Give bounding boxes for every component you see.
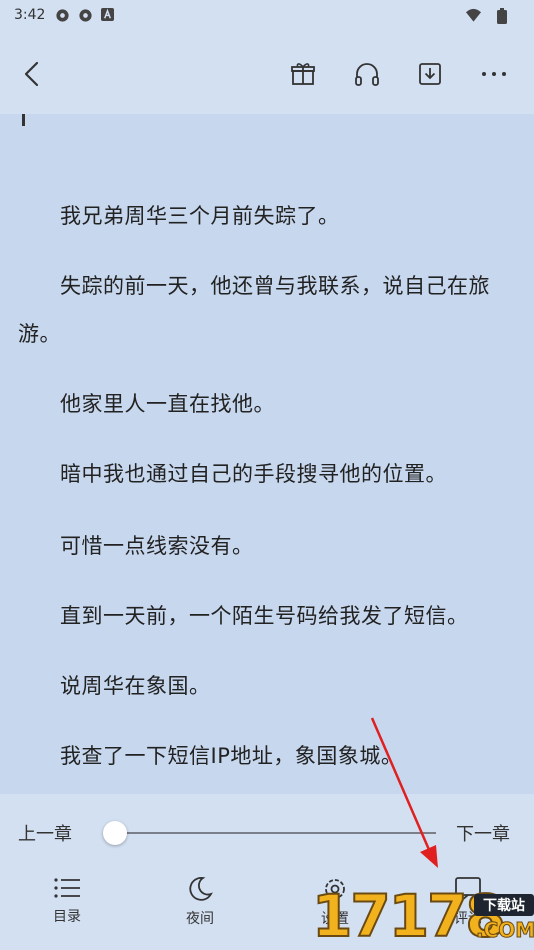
paragraph: 说周华在象国。	[60, 674, 211, 698]
back-button[interactable]	[18, 60, 46, 88]
settings-gear-icon	[55, 8, 70, 23]
paragraph: 直到一天前，一个陌生号码给我发了短信。	[60, 604, 469, 628]
paragraph: 可惜一点线索没有。	[60, 534, 254, 558]
more-button[interactable]	[480, 60, 508, 88]
watermark-badge: 下载站	[474, 894, 534, 916]
reading-content[interactable]: 我兄弟周华三个月前失踪了。 失踪的前一天，他还曾与我联系，说自己在旅 游。 他家里…	[0, 114, 534, 794]
moon-icon	[189, 877, 213, 901]
paragraph: 失踪的前一天，他还曾与我联系，说自己在旅 游。	[18, 274, 490, 346]
battery-icon	[497, 7, 512, 24]
nav-toc-button[interactable]: 目录	[27, 876, 107, 926]
wifi-icon	[466, 8, 481, 23]
audio-button[interactable]	[353, 60, 381, 88]
prev-chapter-button[interactable]: 上一章	[18, 820, 72, 846]
watermark-com: .COM	[475, 918, 534, 943]
paragraph: 暗中我也通过自己的手段搜寻他的位置。	[60, 462, 447, 486]
headphones-icon	[355, 63, 379, 86]
paragraph: 我兄弟周华三个月前失踪了。	[60, 204, 340, 228]
gift-button[interactable]	[289, 60, 317, 88]
next-chapter-button[interactable]: 下一章	[456, 820, 510, 846]
download-icon	[419, 63, 441, 85]
reader-toolbar	[0, 30, 534, 114]
paragraph: 他家里人一直在找他。	[60, 392, 275, 416]
settings-gear-icon	[78, 8, 93, 23]
site-watermark-logo: 17178 下载站 .COM	[308, 878, 534, 950]
nav-night-button[interactable]: 夜间	[160, 876, 240, 928]
text-cursor	[22, 114, 25, 126]
nav-label: 目录	[53, 909, 81, 925]
more-dots-icon	[482, 72, 506, 76]
chapter-progress-slider[interactable]	[110, 832, 436, 834]
status-time: 3:42	[14, 7, 46, 23]
status-bar: 3:42	[0, 0, 534, 30]
slider-thumb[interactable]	[103, 821, 127, 845]
back-chevron-icon	[24, 61, 39, 87]
paragraph: 我查了一下短信IP地址，象国象城。	[60, 744, 403, 768]
download-button[interactable]	[416, 60, 444, 88]
a-badge-icon	[101, 7, 116, 23]
gift-icon	[291, 63, 315, 85]
list-icon	[54, 878, 80, 898]
nav-label: 夜间	[186, 911, 214, 927]
